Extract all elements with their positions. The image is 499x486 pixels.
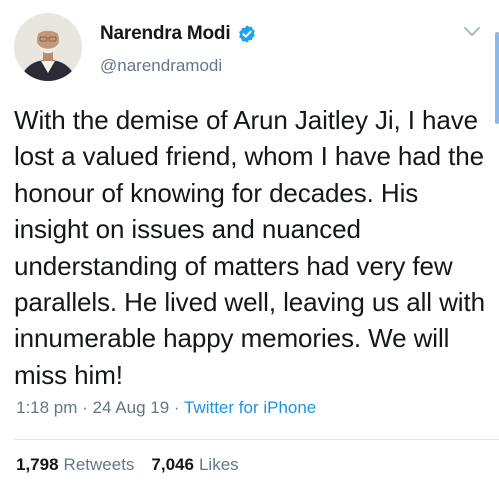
tweet-text: With the demise of Arun Jaitley Ji, I ha… [14, 105, 485, 390]
profile-photo-icon [14, 13, 82, 81]
likes-count: 7,046 [151, 455, 194, 474]
divider [14, 439, 499, 440]
chevron-down-icon[interactable] [463, 26, 481, 38]
retweets-count: 1,798 [16, 455, 59, 474]
tweet-time[interactable]: 1:18 pm [16, 398, 77, 417]
meta-separator: · [173, 398, 180, 417]
tweet-stats: 1,798 Retweets 7,046 Likes [16, 455, 239, 475]
avatar[interactable] [14, 13, 82, 81]
tweet-metadata: 1:18 pm · 24 Aug 19 · Twitter for iPhone [16, 398, 316, 418]
likes-stat[interactable]: 7,046 Likes [151, 455, 238, 475]
retweets-label: Retweets [63, 455, 135, 474]
author-row[interactable]: Narendra Modi [100, 23, 257, 45]
tweet-source-link[interactable]: Twitter for iPhone [184, 398, 316, 417]
display-name[interactable]: Narendra Modi [100, 23, 231, 45]
retweets-stat[interactable]: 1,798 Retweets [16, 455, 134, 475]
meta-separator: · [82, 398, 88, 417]
likes-label: Likes [198, 455, 239, 474]
user-handle[interactable]: @narendramodi [100, 56, 222, 76]
tweet-date[interactable]: 24 Aug 19 [93, 398, 170, 417]
tweet-card: Narendra Modi @narendramodi With the dem… [0, 0, 499, 486]
verified-badge-icon [239, 25, 256, 43]
